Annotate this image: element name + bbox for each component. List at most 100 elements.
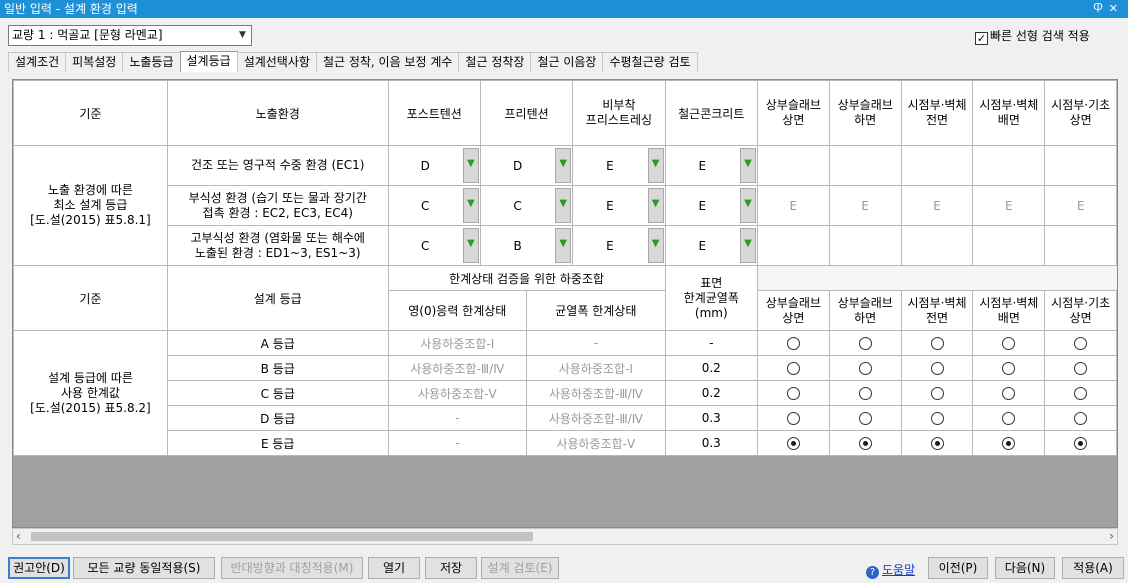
grade-radio-cell-4-1[interactable]	[828, 430, 902, 456]
radio-empty-icon[interactable]	[930, 362, 944, 375]
save-button[interactable]: 저장	[425, 557, 477, 579]
radio-empty-icon[interactable]	[1074, 337, 1088, 350]
pin-icon[interactable]: Ⴔ	[1093, 2, 1109, 15]
radio-empty-icon[interactable]	[1002, 387, 1016, 400]
radio-selected-icon[interactable]	[1074, 437, 1088, 450]
scroll-right-icon[interactable]: ›	[1109, 529, 1114, 544]
grade-radio-cell-1-3[interactable]	[972, 355, 1046, 381]
pre-select-1[interactable]: C ▼	[479, 185, 574, 226]
grade-radio-cell-0-4[interactable]	[1044, 330, 1117, 356]
bridge-select[interactable]: 교량 1 : 먹골교 [문형 라멘교] ▼	[8, 25, 252, 46]
next-button[interactable]: 다음(N)	[995, 557, 1055, 579]
radio-empty-icon[interactable]	[786, 387, 800, 400]
pre-select-2[interactable]: B ▼	[479, 225, 574, 266]
radio-empty-icon[interactable]	[786, 412, 800, 425]
grade-radio-cell-0-3[interactable]	[972, 330, 1046, 356]
grade-radio-cell-3-2[interactable]	[900, 405, 974, 431]
grade-radio-cell-2-1[interactable]	[828, 380, 902, 406]
grade-radio-cell-1-2[interactable]	[900, 355, 974, 381]
grade-radio-cell-3-0[interactable]	[756, 405, 830, 431]
tab-1[interactable]: 피복설정	[65, 52, 124, 72]
chevron-down-icon[interactable]: ▼	[234, 26, 251, 45]
grade-radio-cell-1-1[interactable]	[828, 355, 902, 381]
tab-5[interactable]: 철근 정착, 이음 보정 계수	[315, 52, 460, 72]
post-select-0[interactable]: D ▼	[387, 145, 481, 186]
post-select-1[interactable]: C ▼	[387, 185, 481, 226]
radio-empty-icon[interactable]	[1074, 362, 1088, 375]
radio-empty-icon[interactable]	[786, 362, 800, 375]
scrollbar-thumb[interactable]	[31, 532, 533, 541]
help-link[interactable]: ? 도움말	[866, 561, 915, 579]
tab-7[interactable]: 철근 이음장	[530, 52, 604, 72]
nonbonded-select-1[interactable]: E ▼	[572, 185, 666, 226]
grade-radio-cell-0-0[interactable]	[756, 330, 830, 356]
dropdown-arrow-icon[interactable]: ▼	[739, 228, 756, 263]
symmetric-apply-button[interactable]: 반대방향과 대칭적용(M)	[221, 557, 363, 579]
tab-3[interactable]: 설계등급	[179, 51, 238, 72]
radio-empty-icon[interactable]	[1074, 412, 1088, 425]
radio-empty-icon[interactable]	[858, 387, 872, 400]
grade-radio-cell-2-2[interactable]	[900, 380, 974, 406]
open-button[interactable]: 열기	[368, 557, 420, 579]
radio-empty-icon[interactable]	[930, 387, 944, 400]
tab-2[interactable]: 노출등급	[122, 52, 181, 72]
radio-empty-icon[interactable]	[858, 337, 872, 350]
recommend-button[interactable]: 권고안(D)	[8, 557, 70, 579]
dropdown-arrow-icon[interactable]: ▼	[739, 188, 756, 223]
nonbonded-select-2[interactable]: E ▼	[572, 225, 666, 266]
grade-radio-cell-3-4[interactable]	[1044, 405, 1117, 431]
grade-radio-cell-1-0[interactable]	[756, 355, 830, 381]
radio-empty-icon[interactable]	[930, 412, 944, 425]
tab-6[interactable]: 철근 정착장	[458, 52, 532, 72]
tab-8[interactable]: 수평철근량 검토	[602, 52, 698, 72]
scroll-left-icon[interactable]: ‹	[16, 529, 21, 544]
radio-selected-icon[interactable]	[930, 437, 944, 450]
grade-radio-cell-3-5[interactable]	[1116, 405, 1117, 431]
dropdown-arrow-icon[interactable]: ▼	[462, 188, 479, 223]
radio-empty-icon[interactable]	[1002, 412, 1016, 425]
rc-select-1[interactable]: E ▼	[664, 185, 758, 226]
grade-radio-cell-4-0[interactable]	[756, 430, 830, 456]
apply-all-bridges-button[interactable]: 모든 교량 동일적용(S)	[73, 557, 215, 579]
grade-radio-cell-0-2[interactable]	[900, 330, 974, 356]
grade-radio-cell-0-1[interactable]	[828, 330, 902, 356]
rc-select-2[interactable]: E ▼	[664, 225, 758, 266]
radio-selected-icon[interactable]	[786, 437, 800, 450]
checkbox-checked-icon[interactable]: ✓	[975, 32, 988, 45]
horizontal-scrollbar[interactable]: ‹ ›	[12, 528, 1118, 545]
nonbonded-select-0[interactable]: E ▼	[572, 145, 666, 186]
grade-radio-cell-2-3[interactable]	[972, 380, 1046, 406]
dropdown-arrow-icon[interactable]: ▼	[555, 188, 572, 223]
dropdown-arrow-icon[interactable]: ▼	[647, 148, 664, 183]
grade-radio-cell-0-5[interactable]	[1116, 330, 1117, 356]
dropdown-arrow-icon[interactable]: ▼	[555, 228, 572, 263]
grade-radio-cell-1-5[interactable]	[1116, 355, 1117, 381]
dropdown-arrow-icon[interactable]: ▼	[555, 148, 572, 183]
grade-radio-cell-2-4[interactable]	[1044, 380, 1117, 406]
pre-select-0[interactable]: D ▼	[479, 145, 574, 186]
dropdown-arrow-icon[interactable]: ▼	[647, 188, 664, 223]
rc-select-0[interactable]: E ▼	[664, 145, 758, 186]
radio-selected-icon[interactable]	[858, 437, 872, 450]
dropdown-arrow-icon[interactable]: ▼	[647, 228, 664, 263]
radio-empty-icon[interactable]	[930, 337, 944, 350]
grade-radio-cell-2-5[interactable]	[1116, 380, 1117, 406]
grade-radio-cell-1-4[interactable]	[1044, 355, 1117, 381]
radio-selected-icon[interactable]	[1002, 437, 1016, 450]
grade-radio-cell-4-4[interactable]	[1044, 430, 1117, 456]
grade-radio-cell-4-2[interactable]	[900, 430, 974, 456]
grade-radio-cell-4-5[interactable]	[1116, 430, 1117, 456]
tab-0[interactable]: 설계조건	[8, 52, 67, 72]
prev-button[interactable]: 이전(P)	[928, 557, 988, 579]
grade-radio-cell-3-1[interactable]	[828, 405, 902, 431]
dropdown-arrow-icon[interactable]: ▼	[462, 148, 479, 183]
dropdown-arrow-icon[interactable]: ▼	[739, 148, 756, 183]
radio-empty-icon[interactable]	[786, 337, 800, 350]
radio-empty-icon[interactable]	[1002, 337, 1016, 350]
post-select-2[interactable]: C ▼	[387, 225, 481, 266]
close-icon[interactable]: ✕	[1109, 2, 1124, 15]
design-check-button[interactable]: 설계 검토(E)	[481, 557, 559, 579]
radio-empty-icon[interactable]	[858, 362, 872, 375]
radio-empty-icon[interactable]	[1074, 387, 1088, 400]
grade-radio-cell-3-3[interactable]	[972, 405, 1046, 431]
